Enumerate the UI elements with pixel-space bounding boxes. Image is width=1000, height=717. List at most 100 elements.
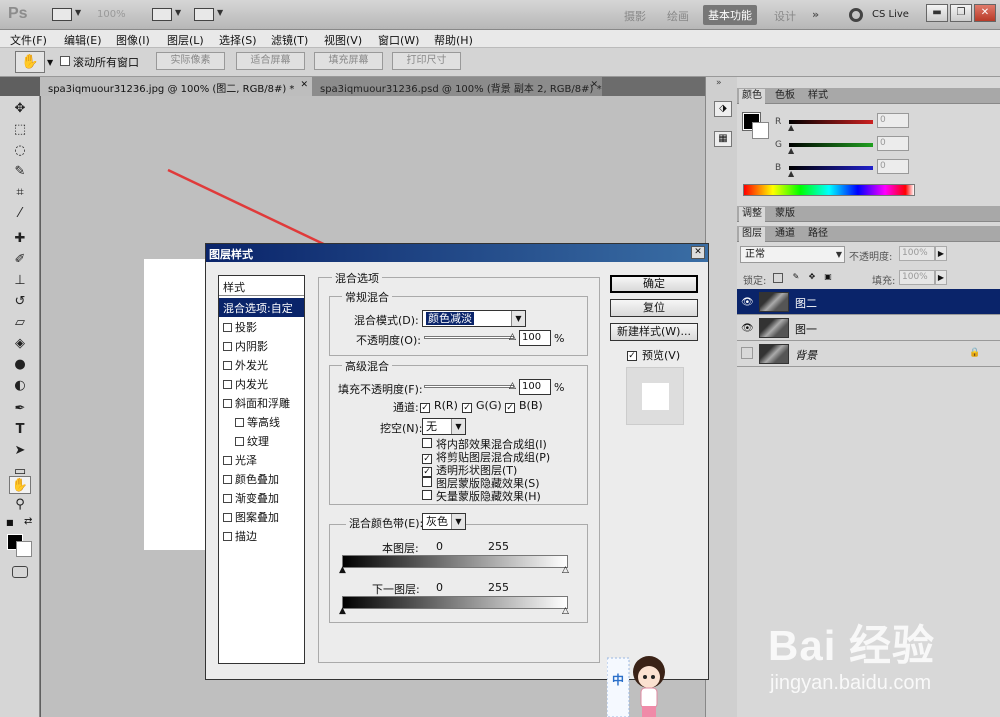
scroll-all-windows-checkbox[interactable] bbox=[60, 56, 70, 66]
slider-thumb-icon[interactable]: △ bbox=[509, 381, 516, 391]
dialog-titlebar[interactable]: 图层样式 ✕ bbox=[206, 244, 708, 262]
eye-icon[interactable]: 👁 bbox=[741, 323, 754, 334]
this-layer-gradient-slider[interactable] bbox=[342, 555, 568, 568]
channel-b-checkbox[interactable]: ✓ bbox=[505, 399, 515, 413]
minimize-icon[interactable]: ▬ bbox=[926, 4, 948, 22]
chevron-down-icon[interactable]: ▼ bbox=[217, 8, 223, 17]
menu-window[interactable]: 窗口(W) bbox=[378, 32, 419, 48]
styles-header[interactable]: 样式 bbox=[219, 276, 304, 296]
checkbox[interactable] bbox=[223, 532, 232, 541]
style-blending-options[interactable]: 混合选项:自定 bbox=[219, 298, 304, 317]
tab-layers[interactable]: 图层 bbox=[739, 227, 765, 242]
tab-adjustments[interactable]: 调整 bbox=[739, 207, 765, 222]
checkbox[interactable] bbox=[223, 475, 232, 484]
style-satin[interactable]: 光泽 bbox=[219, 450, 304, 469]
crop-tool-icon[interactable]: ⌗ bbox=[9, 184, 31, 202]
visibility-toggle[interactable] bbox=[741, 347, 753, 359]
workspace-essentials[interactable]: 基本功能 bbox=[703, 5, 757, 25]
vector-mask-hides-checkbox[interactable] bbox=[422, 489, 432, 502]
checkbox[interactable] bbox=[223, 380, 232, 389]
print-size-button[interactable]: 打印尺寸 bbox=[392, 52, 461, 70]
checkbox[interactable] bbox=[235, 437, 244, 446]
zoom-tool-icon[interactable]: ⚲ bbox=[9, 496, 31, 514]
chevron-down-icon[interactable]: ▼ bbox=[47, 58, 53, 67]
hand-tool-preset-icon[interactable]: ✋ bbox=[15, 51, 45, 73]
transparency-shapes-checkbox[interactable]: ✓ bbox=[422, 463, 432, 477]
fill-opacity-input[interactable]: 100 bbox=[519, 379, 551, 395]
cslive-button[interactable]: CS Live bbox=[872, 9, 909, 20]
paint-bucket-tool-icon[interactable]: ◈ bbox=[9, 335, 31, 353]
type-tool-icon[interactable]: T bbox=[9, 421, 31, 439]
eraser-tool-icon[interactable]: ▱ bbox=[9, 314, 31, 332]
chevron-right-icon[interactable]: ▶ bbox=[935, 246, 947, 261]
marquee-tool-icon[interactable]: ⬚ bbox=[9, 121, 31, 139]
history-brush-tool-icon[interactable]: ↺ bbox=[9, 293, 31, 311]
menu-view[interactable]: 视图(V) bbox=[324, 32, 362, 48]
layer-mask-hides-checkbox[interactable] bbox=[422, 476, 432, 489]
restore-icon[interactable]: ❐ bbox=[950, 4, 972, 22]
slider-thumb-icon[interactable]: △ bbox=[562, 606, 569, 616]
eye-icon[interactable]: 👁 bbox=[741, 297, 754, 308]
workspace-photography[interactable]: 摄影 bbox=[624, 8, 646, 24]
slider-thumb-icon[interactable]: △ bbox=[509, 332, 516, 342]
channel-r-checkbox[interactable]: ✓ bbox=[420, 399, 430, 413]
new-style-button[interactable]: 新建样式(W)... bbox=[610, 323, 698, 341]
fit-screen-button[interactable]: 适合屏幕 bbox=[236, 52, 305, 70]
checkbox[interactable] bbox=[223, 494, 232, 503]
preview-checkbox[interactable]: ✓ bbox=[627, 347, 637, 361]
style-outer-glow[interactable]: 外发光 bbox=[219, 355, 304, 374]
hand-tool-icon[interactable]: ✋ bbox=[9, 476, 31, 494]
opacity-slider[interactable] bbox=[424, 336, 514, 339]
slider-thumb-icon[interactable]: ▲ bbox=[788, 123, 794, 132]
menu-select[interactable]: 选择(S) bbox=[219, 32, 257, 48]
blend-mode-select[interactable]: 颜色减淡 ▼ bbox=[422, 310, 526, 327]
tab-swatches[interactable]: 色板 bbox=[772, 89, 798, 104]
style-inner-shadow[interactable]: 内阴影 bbox=[219, 336, 304, 355]
lock-position-icon[interactable]: ✥ bbox=[807, 273, 817, 283]
background-color-swatch[interactable] bbox=[16, 541, 32, 557]
tab-channels[interactable]: 通道 bbox=[772, 227, 798, 242]
arrange-documents-icon[interactable] bbox=[194, 8, 214, 21]
lock-image-icon[interactable]: ✎ bbox=[791, 273, 801, 283]
style-contour[interactable]: 等高线 bbox=[219, 412, 304, 431]
channel-g-slider[interactable] bbox=[789, 143, 873, 147]
ok-button[interactable]: 确定 bbox=[610, 275, 698, 293]
fill-opacity-slider[interactable] bbox=[424, 385, 514, 388]
channel-g-input[interactable]: 0 bbox=[877, 136, 909, 151]
checkbox[interactable] bbox=[235, 418, 244, 427]
checkbox[interactable] bbox=[223, 323, 232, 332]
checkbox[interactable] bbox=[223, 342, 232, 351]
pen-tool-icon[interactable]: ✒ bbox=[9, 400, 31, 418]
checkbox[interactable] bbox=[223, 456, 232, 465]
style-gradient-overlay[interactable]: 渐变叠加 bbox=[219, 488, 304, 507]
swap-colors-icon[interactable]: ⇄ bbox=[24, 516, 32, 527]
slider-thumb-icon[interactable]: △ bbox=[562, 565, 569, 575]
tab-document-psd[interactable]: spa3iqmuour31236.psd @ 100% (背景 副本 2, RG… bbox=[312, 77, 602, 96]
chevron-right-icon[interactable]: ▶ bbox=[935, 270, 947, 285]
fill-screen-button[interactable]: 填充屏幕 bbox=[314, 52, 383, 70]
workspace-design[interactable]: 设计 bbox=[774, 8, 796, 24]
info-panel-icon[interactable]: ▦ bbox=[714, 131, 732, 147]
style-inner-glow[interactable]: 内发光 bbox=[219, 374, 304, 393]
mini-bridge-icon[interactable]: ⬗ bbox=[714, 101, 732, 117]
chevron-down-icon[interactable]: ▼ bbox=[75, 8, 81, 17]
style-pattern-overlay[interactable]: 图案叠加 bbox=[219, 507, 304, 526]
channel-r-slider[interactable] bbox=[789, 120, 873, 124]
channel-g-checkbox[interactable]: ✓ bbox=[462, 399, 472, 413]
layer-row[interactable]: 背景 🔒 bbox=[737, 341, 1000, 367]
checkbox[interactable] bbox=[223, 361, 232, 370]
slider-thumb-icon[interactable]: ▲ bbox=[339, 606, 346, 616]
move-tool-icon[interactable]: ✥ bbox=[9, 100, 31, 118]
tab-styles[interactable]: 样式 bbox=[805, 89, 831, 104]
zoom-level[interactable]: 100% bbox=[97, 9, 126, 20]
lock-all-icon[interactable]: ▣ bbox=[823, 273, 833, 283]
blur-tool-icon[interactable]: ● bbox=[9, 356, 31, 374]
panel-background-swatch[interactable] bbox=[752, 122, 769, 139]
clone-stamp-tool-icon[interactable]: ⊥ bbox=[9, 272, 31, 290]
layer-opacity-input[interactable]: 100% bbox=[899, 246, 935, 261]
eyedropper-tool-icon[interactable]: ⁄ bbox=[9, 205, 31, 223]
style-bevel-emboss[interactable]: 斜面和浮雕 bbox=[219, 393, 304, 412]
channel-b-input[interactable]: 0 bbox=[877, 159, 909, 174]
path-selection-tool-icon[interactable]: ➤ bbox=[9, 442, 31, 460]
tab-document-jpg[interactable]: spa3iqmuour31236.jpg @ 100% (图二, RGB/8#)… bbox=[40, 77, 312, 96]
